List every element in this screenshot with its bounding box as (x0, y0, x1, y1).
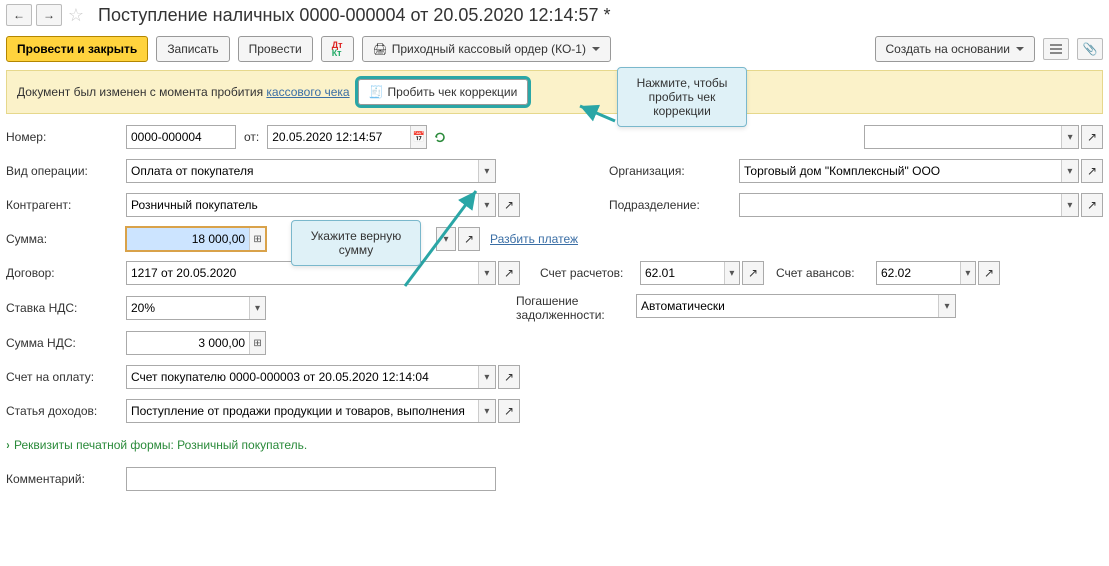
dropdown-icon[interactable]: ▾ (478, 366, 495, 388)
vat-sum-input[interactable] (127, 332, 249, 354)
dropdown-icon[interactable]: ▾ (478, 262, 495, 284)
extra-field[interactable] (865, 126, 1061, 148)
department-open-button[interactable]: ↗ (1081, 193, 1103, 217)
dropdown-icon[interactable]: ▾ (478, 160, 495, 182)
advance-acc-input[interactable] (877, 262, 960, 284)
dropdown-icon[interactable]: ▾ (1061, 126, 1078, 148)
split-payment-link[interactable]: Разбить платеж (490, 232, 578, 246)
dropdown-icon[interactable]: ▾ (478, 194, 495, 216)
registers-icon-button[interactable] (1043, 38, 1069, 60)
dropdown-icon[interactable]: ▾ (960, 262, 975, 284)
label-vat-sum: Сумма НДС: (6, 336, 126, 350)
comment-input[interactable] (127, 468, 495, 490)
notice-bar: Документ был изменен с момента пробития … (6, 70, 1103, 114)
op-type-input[interactable] (127, 160, 478, 182)
label-comment: Комментарий: (6, 472, 126, 486)
label-department: Подразделение: (609, 198, 739, 212)
label-invoice: Счет на оплату: (6, 370, 126, 384)
department-input[interactable] (740, 194, 1061, 216)
label-counterparty: Контрагент: (6, 198, 126, 212)
cash-receipt-link[interactable]: кассового чека (266, 85, 349, 99)
create-based-button[interactable]: Создать на основании (875, 36, 1036, 62)
vat-rate-input[interactable] (127, 297, 249, 319)
dropdown-icon[interactable]: ▾ (478, 400, 495, 422)
label-from: от: (244, 130, 259, 144)
post-button[interactable]: Провести (238, 36, 313, 62)
label-organization: Организация: (609, 164, 739, 178)
date-input[interactable] (268, 126, 410, 148)
income-item-open-button[interactable]: ↗ (498, 399, 520, 423)
invoice-input[interactable] (127, 366, 478, 388)
correction-callout: Нажмите, чтобы пробить чек коррекции (617, 67, 747, 127)
debt-repay-input[interactable] (637, 295, 938, 317)
settlement-open-button[interactable]: ↗ (742, 261, 764, 285)
print-ko1-button[interactable]: 🖨Приходный кассовый ордер (КО-1) (362, 36, 611, 62)
label-contract: Договор: (6, 266, 126, 280)
contract-open-button[interactable]: ↗ (498, 261, 520, 285)
label-op-type: Вид операции: (6, 164, 126, 178)
calculator-icon[interactable]: ⊞ (249, 332, 265, 354)
dropdown-icon[interactable]: ▾ (1061, 160, 1078, 182)
write-button[interactable]: Записать (156, 36, 229, 62)
print-correction-check-button[interactable]: 🧾Пробить чек коррекции (358, 79, 529, 105)
dropdown-icon[interactable]: ▾ (724, 262, 739, 284)
label-advance-acc: Счет авансов: (776, 266, 876, 280)
label-number: Номер: (6, 130, 126, 144)
forward-button[interactable]: → (36, 4, 62, 26)
sum-input[interactable] (127, 228, 249, 250)
label-income-item: Статья доходов: (6, 404, 126, 418)
attachments-button[interactable]: 📎 (1077, 38, 1103, 60)
refresh-icon[interactable] (429, 125, 451, 149)
calculator-icon[interactable]: ⊞ (249, 228, 265, 250)
dropdown-icon[interactable]: ▾ (1061, 194, 1078, 216)
label-debt-repay: Погашение задолженности: (516, 294, 636, 322)
advance-open-button[interactable]: ↗ (978, 261, 1000, 285)
number-input[interactable] (127, 126, 235, 148)
dtkr-icon: ДтКт (332, 41, 343, 57)
print-props-link[interactable]: Реквизиты печатной формы: Розничный поку… (6, 438, 307, 452)
back-button[interactable]: ← (6, 4, 32, 26)
organization-input[interactable] (740, 160, 1061, 182)
invoice-open-button[interactable]: ↗ (498, 365, 520, 389)
organization-open-button[interactable]: ↗ (1081, 159, 1103, 183)
post-and-close-button[interactable]: Провести и закрыть (6, 36, 148, 62)
dropdown-icon[interactable]: ▾ (938, 295, 955, 317)
dt-kt-button[interactable]: ДтКт (321, 36, 354, 62)
label-vat-rate: Ставка НДС: (6, 301, 126, 315)
notice-text: Документ был изменен с момента пробития … (17, 85, 350, 99)
settlement-acc-input[interactable] (641, 262, 724, 284)
sum-callout: Укажите верную сумму (291, 220, 421, 266)
star-icon[interactable]: ☆ (66, 5, 86, 26)
label-sum: Сумма: (6, 232, 126, 246)
counterparty-open-button[interactable]: ↗ (498, 193, 520, 217)
currency-open-button[interactable]: ↗ (458, 227, 480, 251)
page-title: Поступление наличных 0000-000004 от 20.0… (98, 5, 611, 26)
dropdown-icon[interactable]: ▾ (437, 228, 455, 250)
counterparty-input[interactable] (127, 194, 478, 216)
open-ext-button[interactable]: ↗ (1081, 125, 1103, 149)
dropdown-icon[interactable]: ▾ (249, 297, 265, 319)
receipt-icon: 🧾 (369, 85, 384, 99)
label-settlement-acc: Счет расчетов: (540, 266, 640, 280)
printer-icon: 🖨 (373, 42, 388, 56)
calendar-icon[interactable]: 📅 (410, 126, 426, 148)
income-item-input[interactable] (127, 400, 478, 422)
